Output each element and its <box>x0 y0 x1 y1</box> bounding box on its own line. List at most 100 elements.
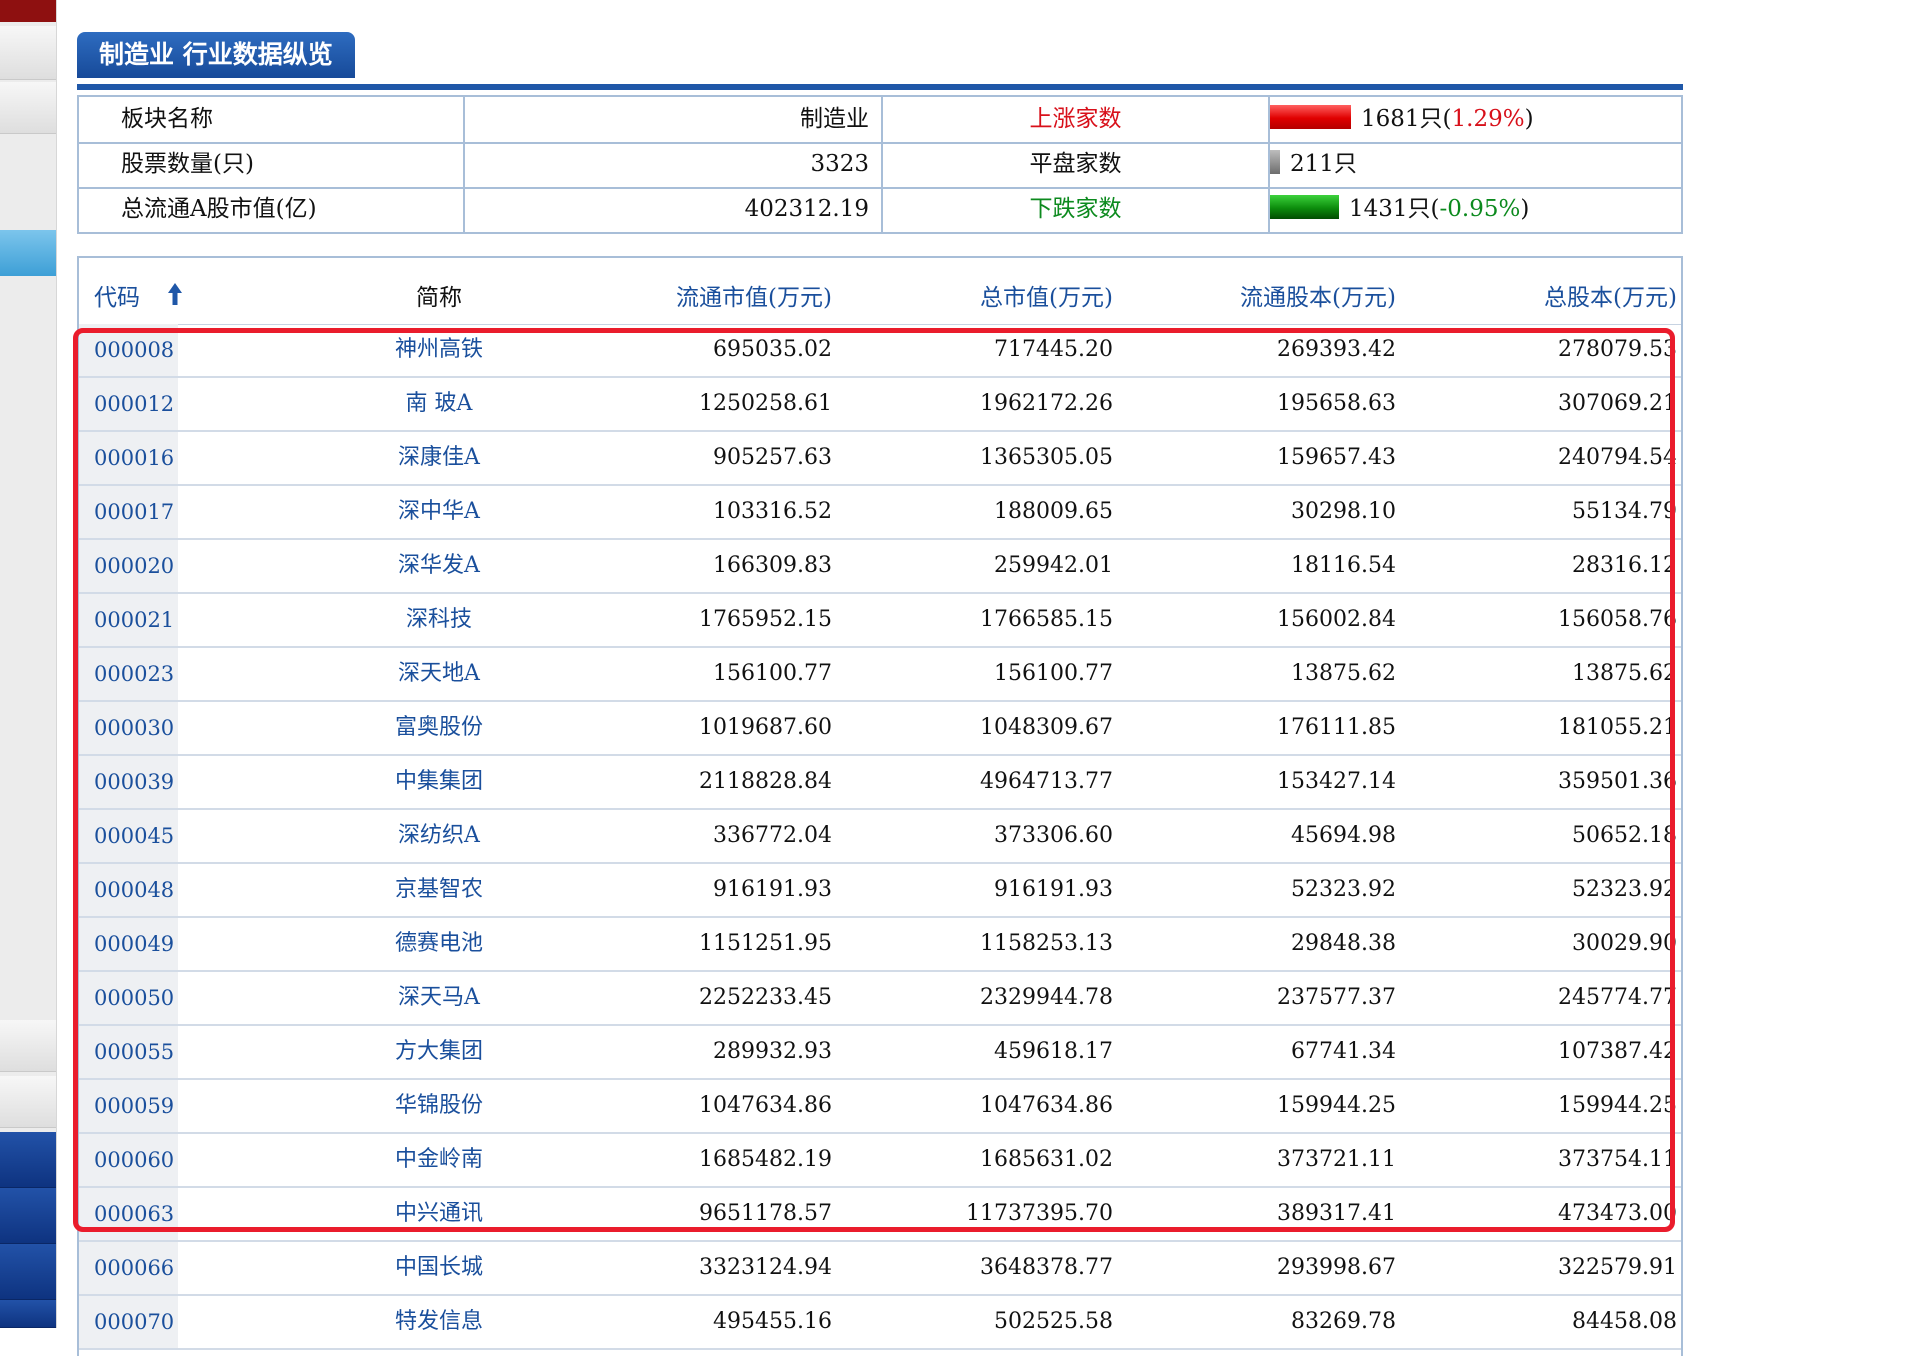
table-row: 000030 富奥股份 1019687.60 1048309.67 176111.85 1… <box>79 702 1681 756</box>
sidebar-button-1[interactable] <box>0 26 56 80</box>
total-market-value: 1047634.86 <box>980 1093 1113 1118</box>
summary-row-sector-name: 板块名称 制造业 上涨家数 1681只(1.29%) <box>79 97 1681 144</box>
total-shares: 84458.08 <box>1572 1309 1677 1334</box>
stock-code-link[interactable]: 000016 <box>79 432 178 484</box>
unchanged-stat: 211只 <box>1270 142 1681 187</box>
sidebar-button-active[interactable] <box>0 230 56 276</box>
stock-code-link[interactable]: 000039 <box>79 756 178 808</box>
summary-value: 3323 <box>465 142 883 187</box>
declining-percent: -0.95% <box>1439 196 1521 222</box>
total-market-value: 188009.65 <box>994 499 1113 524</box>
stock-code-link[interactable]: 000020 <box>79 540 178 592</box>
advancing-label: 上涨家数 <box>883 97 1270 142</box>
circulating-market-value: 156100.77 <box>713 661 832 686</box>
advancing-percent: 1.29% <box>1451 106 1525 132</box>
declining-close: ) <box>1520 196 1530 222</box>
stock-code-link[interactable]: 000059 <box>79 1080 178 1132</box>
unchanged-count: 211只 <box>1290 151 1357 177</box>
stock-name-link[interactable]: 深科技 <box>349 594 529 646</box>
table-row: 000045 深纺织A 336772.04 373306.60 45694.98 5065… <box>79 810 1681 864</box>
header-circulating-shares[interactable]: 流通股本(万元) <box>1113 258 1396 324</box>
stock-code-link[interactable]: 000060 <box>79 1134 178 1186</box>
stock-code-link[interactable]: 000066 <box>79 1242 178 1294</box>
stock-code-link[interactable]: 000049 <box>79 918 178 970</box>
total-market-value: 502525.58 <box>994 1309 1113 1334</box>
stock-code-link[interactable]: 000045 <box>79 810 178 862</box>
header-circulating-market-value[interactable]: 流通市值(万元) <box>529 258 832 324</box>
declining-stat: 1431只(-0.95%) <box>1270 187 1681 232</box>
stock-name-link[interactable]: 中金岭南 <box>349 1134 529 1186</box>
circulating-shares: 45694.98 <box>1291 823 1396 848</box>
total-shares: 278079.53 <box>1558 337 1677 362</box>
stock-name-link[interactable]: 京基智农 <box>349 864 529 916</box>
sidebar-button-4[interactable] <box>0 1076 56 1128</box>
stock-name-link[interactable]: 特发信息 <box>349 1296 529 1348</box>
stock-name-link[interactable]: 深天地A <box>349 648 529 700</box>
sidebar-button-6[interactable] <box>0 1188 56 1244</box>
header-total-shares[interactable]: 总股本(万元) <box>1396 258 1677 324</box>
circulating-shares: 159944.25 <box>1277 1093 1396 1118</box>
circulating-market-value: 3323124.94 <box>699 1255 832 1280</box>
table-row: 000059 华锦股份 1047634.86 1047634.86 159944.25 1… <box>79 1080 1681 1134</box>
sidebar-button-3[interactable] <box>0 1020 56 1072</box>
sidebar-top-accent <box>0 0 56 22</box>
stock-name-link[interactable]: 德赛电池 <box>349 918 529 970</box>
panel-title-tab[interactable]: 制造业 行业数据纵览 <box>77 32 355 78</box>
sidebar-button-5[interactable] <box>0 1132 56 1188</box>
stock-data-table: 代码 简称 流通市值(万元) 总市值(万元) 流通股本(万元) 总股本(万元) … <box>77 256 1683 1356</box>
stock-name-link[interactable]: 方大集团 <box>349 1026 529 1078</box>
total-shares: 359501.36 <box>1558 769 1677 794</box>
stock-name-link[interactable]: 神州高铁 <box>349 324 529 376</box>
stock-name-link[interactable]: 富奥股份 <box>349 702 529 754</box>
sidebar-button-7[interactable] <box>0 1244 56 1300</box>
stock-name-link[interactable]: 深纺织A <box>349 810 529 862</box>
stock-name-link[interactable]: 华锦股份 <box>349 1080 529 1132</box>
header-name: 简称 <box>416 285 462 311</box>
sidebar-button-8[interactable] <box>0 1300 56 1328</box>
circulating-market-value: 336772.04 <box>713 823 832 848</box>
stock-code-link[interactable]: 000008 <box>79 324 178 376</box>
circulating-market-value: 9651178.57 <box>699 1201 832 1226</box>
stock-name-link[interactable]: 南 玻A <box>349 378 529 430</box>
total-market-value: 156100.77 <box>994 661 1113 686</box>
total-market-value: 4964713.77 <box>980 769 1113 794</box>
stock-code-link[interactable]: 000048 <box>79 864 178 916</box>
stock-name-link[interactable]: 深康佳A <box>349 432 529 484</box>
stock-code-link[interactable]: 000021 <box>79 594 178 646</box>
stock-code-link[interactable]: 000050 <box>79 972 178 1024</box>
sidebar-button-2[interactable] <box>0 82 56 134</box>
stock-name-link[interactable]: 深华发A <box>349 540 529 592</box>
circulating-shares: 153427.14 <box>1277 769 1396 794</box>
sort-ascending-arrow-icon[interactable] <box>167 282 183 306</box>
total-shares: 245774.77 <box>1558 985 1677 1010</box>
total-shares: 13875.62 <box>1572 661 1677 686</box>
stock-code-link[interactable]: 000012 <box>79 378 178 430</box>
stock-name-link[interactable]: 中集集团 <box>349 756 529 808</box>
stock-code-link[interactable]: 000070 <box>79 1296 178 1348</box>
circulating-shares: 159657.43 <box>1277 445 1396 470</box>
summary-label: 总流通A股市值(亿) <box>79 187 465 232</box>
stock-name-link[interactable]: 深中华A <box>349 486 529 538</box>
total-shares: 181055.21 <box>1558 715 1677 740</box>
table-row: 000050 深天马A 2252233.45 2329944.78 237577.37 2… <box>79 972 1681 1026</box>
circulating-shares: 67741.34 <box>1291 1039 1396 1064</box>
circulating-shares: 237577.37 <box>1277 985 1396 1010</box>
stock-name-link[interactable]: 中兴通讯 <box>349 1188 529 1240</box>
stock-code-link[interactable]: 000023 <box>79 648 178 700</box>
circulating-shares: 195658.63 <box>1277 391 1396 416</box>
stock-code-link[interactable]: 000017 <box>79 486 178 538</box>
stock-name-link[interactable]: 深天马A <box>349 972 529 1024</box>
total-market-value: 373306.60 <box>994 823 1113 848</box>
left-sidebar-strip <box>0 0 57 1328</box>
total-market-value: 459618.17 <box>994 1039 1113 1064</box>
header-code[interactable]: 代码 <box>94 258 214 324</box>
stock-code-link[interactable]: 000030 <box>79 702 178 754</box>
header-total-market-value[interactable]: 总市值(万元) <box>832 258 1113 324</box>
stock-code-link[interactable]: 000055 <box>79 1026 178 1078</box>
stock-name-link[interactable]: 中国长城 <box>349 1242 529 1294</box>
circulating-shares: 373721.11 <box>1277 1147 1396 1172</box>
stock-code-link[interactable]: 000063 <box>79 1188 178 1240</box>
circulating-market-value: 2252233.45 <box>699 985 832 1010</box>
header-code-label[interactable]: 代码 <box>94 285 140 311</box>
circulating-market-value: 1685482.19 <box>699 1147 832 1172</box>
